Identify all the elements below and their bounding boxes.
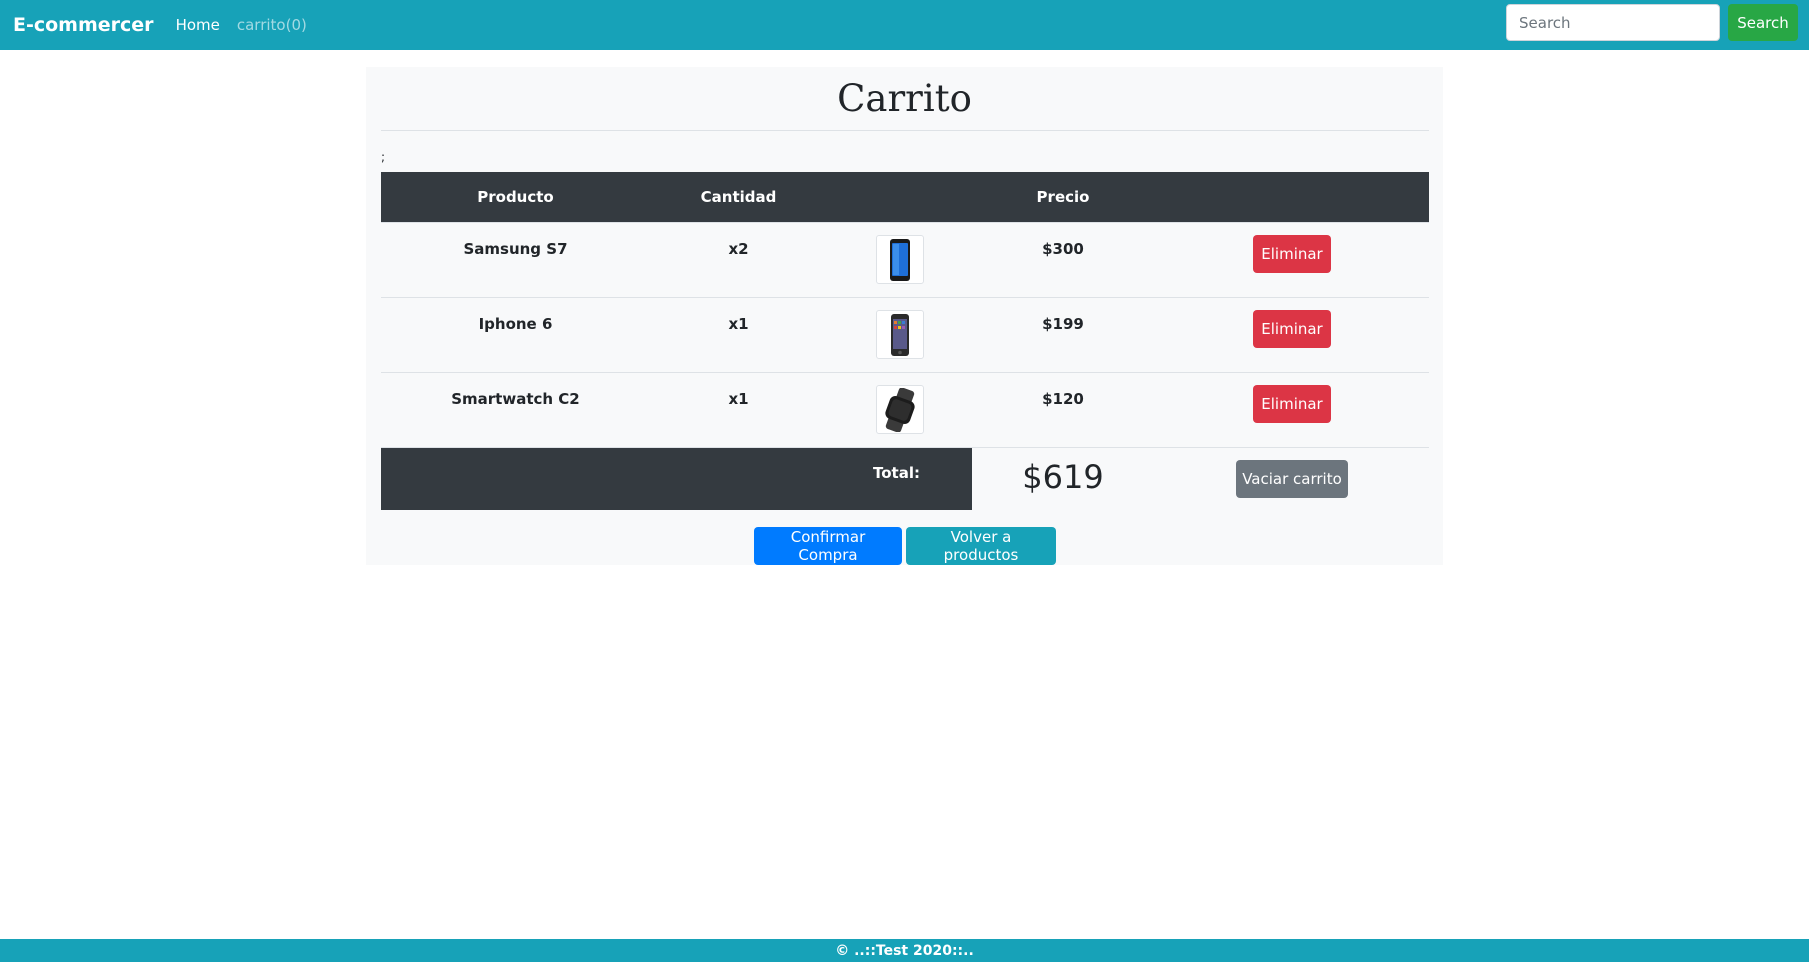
table-row: Iphone 6 x1 $199 Eliminar bbox=[381, 297, 1429, 372]
iphone-icon bbox=[876, 310, 924, 359]
smartphone-icon bbox=[876, 235, 924, 284]
table-row: Samsung S7 x2 $300 Eliminar bbox=[381, 222, 1429, 297]
nav-cart-link[interactable]: carrito(0) bbox=[237, 16, 307, 34]
total-label-cell: Total: bbox=[381, 448, 972, 510]
product-name: Iphone 6 bbox=[478, 315, 553, 333]
product-price: $300 bbox=[1042, 240, 1084, 258]
product-price: $120 bbox=[1042, 390, 1084, 408]
header-precio: Precio bbox=[1036, 188, 1090, 206]
table-header: Producto Cantidad Precio bbox=[381, 172, 1429, 222]
remove-button[interactable]: Eliminar bbox=[1253, 385, 1331, 423]
smartwatch-icon bbox=[876, 385, 924, 434]
page-title: Carrito bbox=[837, 77, 972, 120]
header-image bbox=[827, 172, 972, 222]
table-row: Smartwatch C2 x1 $120 Eliminar bbox=[381, 372, 1429, 447]
product-quantity: x1 bbox=[728, 390, 749, 408]
search-input[interactable] bbox=[1506, 4, 1720, 41]
back-to-products-button[interactable]: Volver a productos bbox=[906, 527, 1056, 565]
confirm-purchase-button[interactable]: Confirmar Compra bbox=[754, 527, 902, 565]
navbar: E-commercer Home carrito(0) Search bbox=[0, 0, 1809, 50]
divider bbox=[381, 130, 1429, 131]
product-price: $199 bbox=[1042, 315, 1084, 333]
search-button[interactable]: Search bbox=[1728, 4, 1798, 41]
total-row: Total: $619 Vaciar carrito bbox=[381, 447, 1429, 510]
remove-button[interactable]: Eliminar bbox=[1253, 235, 1331, 273]
remove-button[interactable]: Eliminar bbox=[1253, 310, 1331, 348]
empty-cart-button[interactable]: Vaciar carrito bbox=[1236, 460, 1348, 498]
nav-home-link[interactable]: Home bbox=[176, 16, 220, 34]
product-quantity: x1 bbox=[728, 315, 749, 333]
header-actions bbox=[1154, 172, 1429, 222]
product-name: Samsung S7 bbox=[463, 240, 568, 258]
header-cantidad: Cantidad bbox=[700, 188, 777, 206]
total-value: $619 bbox=[1022, 458, 1104, 496]
total-label: Total: bbox=[873, 464, 920, 482]
cart-container: Carrito ; Producto Cantidad Precio Samsu… bbox=[366, 67, 1443, 565]
header-producto: Producto bbox=[477, 188, 554, 206]
footer: © ..::Test 2020::.. bbox=[0, 939, 1809, 962]
product-quantity: x2 bbox=[728, 240, 749, 258]
stray-text: ; bbox=[381, 150, 386, 164]
brand-logo[interactable]: E-commercer bbox=[13, 14, 154, 36]
product-name: Smartwatch C2 bbox=[451, 390, 580, 408]
